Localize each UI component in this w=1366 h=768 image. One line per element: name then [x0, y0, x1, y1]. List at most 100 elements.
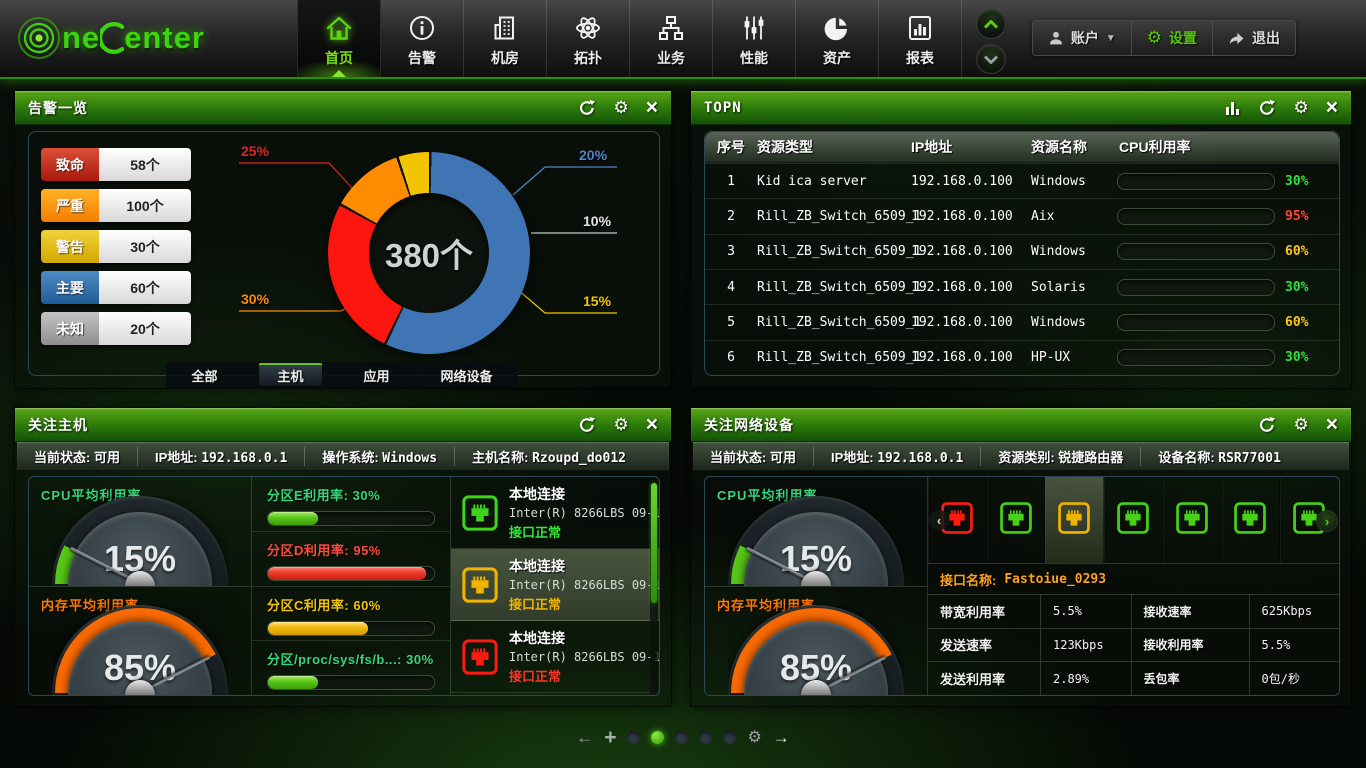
ethernet-port-icon: [451, 638, 509, 676]
topn-table: 序号 资源类型 IP地址 资源名称 CPU利用率 1 Kid ica serve…: [705, 132, 1339, 375]
info-ip: IP地址: 192.168.0.1: [137, 447, 304, 466]
cpu-bar: [1117, 208, 1275, 225]
stat-value: 123Kbps: [1040, 628, 1131, 662]
tab-host[interactable]: 主机: [258, 363, 322, 387]
ethernet-port-icon: [451, 566, 509, 604]
tab-network-device[interactable]: 网络设备: [430, 364, 502, 387]
tab-application[interactable]: 应用: [353, 364, 399, 387]
cell-ip: 192.168.0.100: [909, 315, 1029, 330]
connection-item[interactable]: 本地连接 Inter(R) 8266LBS 09-1 接口正常: [451, 477, 659, 549]
pager-dot[interactable]: [627, 731, 640, 744]
logout-arrow-icon: [1228, 31, 1245, 46]
legend-item-critical[interactable]: 严重 100个: [41, 189, 191, 222]
chevron-down-icon[interactable]: [976, 44, 1006, 74]
refresh-icon[interactable]: [578, 99, 596, 117]
legend-item-major[interactable]: 主要 60个: [41, 271, 191, 304]
refresh-icon[interactable]: [1258, 416, 1276, 434]
legend-item-fatal[interactable]: 致命 58个: [41, 148, 191, 181]
nav-item-label: 机房: [491, 48, 519, 68]
col-header: 资源名称: [1029, 137, 1117, 157]
close-icon[interactable]: ×: [646, 414, 658, 435]
partition-item: 分区E利用率: 30%: [252, 477, 450, 532]
gear-icon[interactable]: ⚙: [1293, 99, 1308, 116]
legend-item-unknown[interactable]: 未知 20个: [41, 312, 191, 345]
info-os: 操作系统: Windows: [304, 447, 454, 466]
nav-item-home[interactable]: 首页: [297, 0, 381, 77]
nav-item-alarm[interactable]: 告警: [381, 0, 464, 77]
connection-item[interactable]: 本地连接 Inter(R) 8266LBS 09-1 接口正常: [451, 621, 659, 693]
nav-item-business[interactable]: 业务: [630, 0, 713, 77]
cpu-percent: 30%: [1285, 350, 1339, 365]
port-item[interactable]: [1104, 477, 1163, 563]
cpu-bar: [1117, 279, 1275, 296]
cell-name: Windows: [1029, 244, 1117, 259]
alarm-overview-panel: 告警一览 ⚙ × 致命 58个 严重 100个 警告 30个 主要 60个 未知…: [14, 90, 672, 389]
interface-name-row: 接口名称: Fastoiue_0293: [928, 564, 1339, 595]
memory-gauge: 85%: [728, 605, 904, 695]
chevron-up-icon[interactable]: [976, 9, 1006, 39]
alarm-donut-chart[interactable]: 380个 25% 20% 10% 15% 30%: [181, 131, 661, 363]
tab-all[interactable]: 全部: [181, 364, 227, 387]
connection-item[interactable]: 本地连接 Inter(R) 8266LBS 09-1 接口正常: [451, 549, 659, 621]
stat-label: 发送速率: [928, 628, 1040, 662]
partition-item: 分区/proc/sys/fs/b...: 30%: [252, 641, 450, 695]
top-nav-bar: ne enter 首页 告警 机房 拓扑: [0, 0, 1366, 79]
alarm-donut[interactable]: 380个: [328, 152, 530, 354]
pager-dot[interactable]: [699, 731, 712, 744]
close-icon[interactable]: ×: [646, 97, 658, 118]
gear-icon[interactable]: ⚙: [613, 416, 628, 433]
account-button[interactable]: 账户 ▼: [1033, 21, 1132, 55]
cell-ip: 192.168.0.100: [909, 350, 1029, 365]
bar-chart-icon[interactable]: [1225, 100, 1241, 115]
pager-add-icon[interactable]: +: [604, 727, 616, 748]
pager-dot[interactable]: [723, 731, 736, 744]
settings-button[interactable]: ⚙ 设置: [1132, 21, 1213, 55]
legend-item-warning[interactable]: 警告 30个: [41, 230, 191, 263]
ethernet-port-icon: [1233, 501, 1267, 540]
pager-gear-icon[interactable]: ⚙: [747, 730, 761, 746]
logout-button[interactable]: 退出: [1213, 21, 1295, 55]
close-icon[interactable]: ×: [1326, 414, 1338, 435]
refresh-icon[interactable]: [578, 416, 596, 434]
nav-item-label: 拓扑: [574, 48, 602, 68]
nav-item-performance[interactable]: 性能: [713, 0, 796, 77]
partition-item: 分区C利用率: 60%: [252, 587, 450, 642]
legend-label: 警告: [41, 230, 99, 263]
pager-prev-icon[interactable]: ←: [576, 729, 593, 746]
port-item[interactable]: [1163, 477, 1222, 563]
cell-name: Aix: [1029, 209, 1117, 224]
port-item[interactable]: [1222, 477, 1281, 563]
table-row: 1 Kid ica server 192.168.0.100 Windows 3…: [705, 163, 1339, 198]
nav-item-assets[interactable]: 资产: [796, 0, 879, 77]
port-item[interactable]: [1045, 477, 1104, 563]
pager-next-icon[interactable]: →: [773, 729, 790, 746]
stat-label: 发送利用率: [928, 661, 1040, 695]
gear-icon[interactable]: ⚙: [613, 99, 628, 116]
close-icon[interactable]: ×: [1326, 97, 1338, 118]
col-header: 序号: [705, 137, 755, 157]
cell-no: 1: [705, 174, 755, 189]
gear-icon[interactable]: ⚙: [1293, 416, 1308, 433]
partition-item: 分区D利用率: 95%: [252, 532, 450, 587]
donut-label: 25%: [241, 143, 269, 159]
scroll-right-icon[interactable]: ›: [1316, 510, 1338, 532]
panel-title: 关注主机: [28, 415, 88, 435]
sliders-icon: [739, 12, 769, 44]
scroll-left-icon[interactable]: ‹: [929, 510, 949, 530]
cpu-percent: 95%: [1285, 209, 1339, 224]
connection-item[interactable]: 本地连接 Inter(R) 8266LBS 09-1 接口正常: [451, 693, 659, 695]
pager-dot[interactable]: [651, 731, 664, 744]
pager-dot[interactable]: [675, 731, 688, 744]
info-status: 当前状态: 可用: [17, 447, 137, 466]
refresh-icon[interactable]: [1258, 99, 1276, 117]
cpu-bar: [1117, 243, 1275, 260]
nav-item-reports[interactable]: 报表: [879, 0, 962, 77]
nav-item-label: 性能: [740, 48, 768, 68]
nav-item-machine-room[interactable]: 机房: [464, 0, 547, 77]
scrollbar-track[interactable]: [650, 477, 658, 695]
port-item[interactable]: [987, 477, 1046, 563]
table-row: 5 Rill_ZB_Switch_6509_1 192.168.0.100 Wi…: [705, 304, 1339, 339]
scrollbar-thumb[interactable]: [651, 483, 657, 603]
cpu-gauge: 15%: [728, 496, 904, 586]
nav-item-topology[interactable]: 拓扑: [547, 0, 630, 77]
